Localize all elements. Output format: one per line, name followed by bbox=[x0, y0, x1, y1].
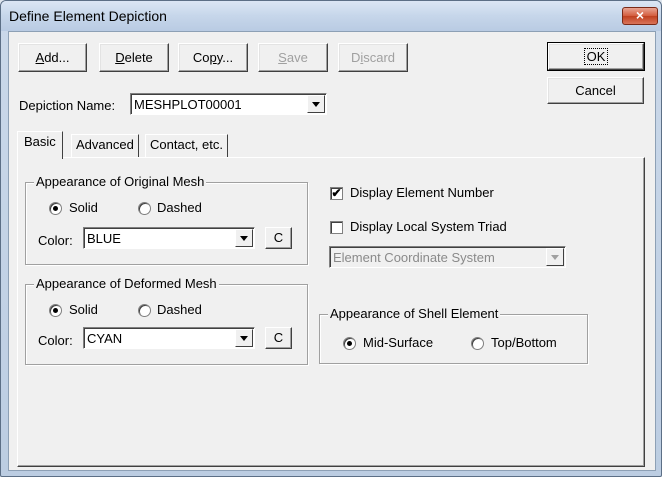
original-dashed-label: Dashed bbox=[157, 200, 202, 215]
original-solid-radio[interactable] bbox=[49, 202, 62, 215]
chevron-down-icon[interactable] bbox=[235, 329, 253, 347]
mid-surface-radio[interactable] bbox=[343, 337, 356, 350]
cancel-button[interactable]: Cancel bbox=[547, 77, 644, 104]
deformed-color-picker-button[interactable]: C bbox=[265, 327, 292, 349]
add-button[interactable]: Add... bbox=[18, 43, 87, 72]
save-button[interactable]: Save bbox=[258, 43, 328, 72]
dialog-client-area: Add... Delete Copy... Save Discard OK Ca… bbox=[8, 31, 656, 471]
window-title: Define Element Depiction bbox=[9, 8, 167, 24]
coordinate-system-value: Element Coordinate System bbox=[333, 250, 495, 265]
deformed-mesh-title: Appearance of Deformed Mesh bbox=[34, 276, 219, 291]
original-color-combo[interactable]: BLUE bbox=[83, 227, 255, 249]
copy-button[interactable]: Copy... bbox=[178, 43, 248, 72]
shell-element-title: Appearance of Shell Element bbox=[328, 306, 501, 321]
original-color-picker-button[interactable]: C bbox=[265, 227, 292, 249]
chevron-down-icon bbox=[546, 248, 564, 266]
deformed-solid-label: Solid bbox=[69, 302, 98, 317]
original-mesh-title: Appearance of Original Mesh bbox=[34, 174, 207, 189]
original-color-value: BLUE bbox=[87, 231, 121, 246]
discard-button[interactable]: Discard bbox=[338, 43, 408, 72]
chevron-down-icon[interactable] bbox=[307, 95, 325, 113]
close-icon: × bbox=[635, 7, 645, 23]
ok-button[interactable]: OK bbox=[547, 42, 645, 71]
display-local-triad-checkbox[interactable] bbox=[330, 221, 343, 234]
depiction-name-label: Depiction Name: bbox=[19, 98, 116, 113]
depiction-name-combo[interactable]: MESHPLOT00001 bbox=[130, 93, 327, 115]
mid-surface-label: Mid-Surface bbox=[363, 335, 434, 350]
deformed-mesh-group: Appearance of Deformed Mesh Solid Dashed… bbox=[25, 276, 308, 365]
deformed-dashed-label: Dashed bbox=[157, 302, 202, 317]
original-mesh-group: Appearance of Original Mesh Solid Dashed… bbox=[25, 174, 308, 265]
depiction-name-value: MESHPLOT00001 bbox=[134, 97, 242, 112]
original-color-label: Color: bbox=[38, 233, 73, 248]
coordinate-system-combo[interactable]: Element Coordinate System bbox=[329, 246, 566, 268]
deformed-dashed-radio[interactable] bbox=[138, 304, 151, 317]
delete-button[interactable]: Delete bbox=[99, 43, 169, 72]
shell-element-group: Appearance of Shell Element Mid-Surface … bbox=[319, 306, 588, 364]
tab-advanced[interactable]: Advanced bbox=[71, 134, 139, 158]
deformed-solid-radio[interactable] bbox=[49, 304, 62, 317]
deformed-color-combo[interactable]: CYAN bbox=[83, 327, 255, 349]
tab-contact[interactable]: Contact, etc. bbox=[145, 134, 228, 158]
chevron-down-icon[interactable] bbox=[235, 229, 253, 247]
dialog-window: Define Element Depiction × Add... Delete… bbox=[0, 0, 662, 477]
display-element-number-checkbox[interactable]: ✔ bbox=[330, 187, 343, 200]
display-local-triad-label: Display Local System Triad bbox=[350, 219, 507, 234]
display-element-number-label: Display Element Number bbox=[350, 185, 494, 200]
ok-label: OK bbox=[583, 47, 609, 65]
top-bottom-radio[interactable] bbox=[471, 337, 484, 350]
deformed-color-value: CYAN bbox=[87, 331, 123, 346]
original-solid-label: Solid bbox=[69, 200, 98, 215]
deformed-color-label: Color: bbox=[38, 333, 73, 348]
close-button[interactable]: × bbox=[622, 7, 658, 25]
title-bar[interactable]: Define Element Depiction × bbox=[1, 1, 661, 31]
tab-basic[interactable]: Basic bbox=[17, 131, 63, 159]
original-dashed-radio[interactable] bbox=[138, 202, 151, 215]
top-bottom-label: Top/Bottom bbox=[491, 335, 557, 350]
basic-tab-panel: Appearance of Original Mesh Solid Dashed… bbox=[17, 157, 645, 467]
